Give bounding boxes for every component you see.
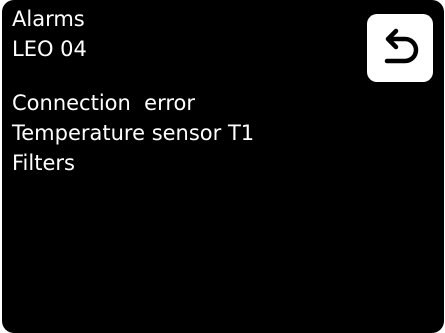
page-title: Alarms [12,7,85,31]
alarms-screen: Alarms LEO 04 Connection error Temperatu… [2,0,444,333]
alarm-item-filters: Filters [12,151,75,175]
alarm-item-connection-error: Connection error [12,91,196,115]
device-name: LEO 04 [12,37,87,61]
back-button[interactable] [367,14,433,82]
alarm-item-temperature-sensor: Temperature sensor T1 [12,121,255,145]
alarm-list: Connection error Temperature sensor T1 F… [12,88,254,178]
back-arrow-icon [384,28,419,64]
